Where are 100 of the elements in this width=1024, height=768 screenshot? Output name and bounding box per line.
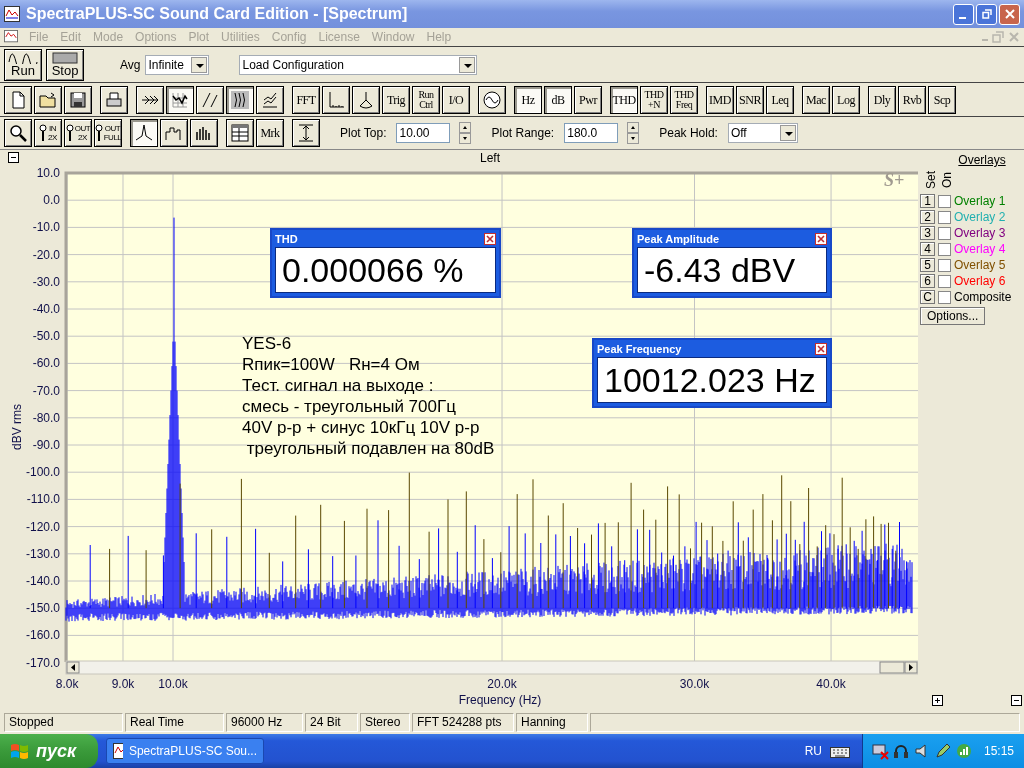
input-field[interactable]: 10.00: [396, 123, 451, 143]
toolbar-button[interactable]: Run Ctrl: [412, 85, 440, 114]
toolbar-button[interactable]: THD: [610, 85, 638, 114]
avg-dropdown[interactable]: Infinite: [145, 54, 210, 75]
toolbar-button[interactable]: [226, 85, 254, 114]
toolbar-button[interactable]: THD Freq: [670, 85, 698, 114]
collapse-icon[interactable]: [1011, 695, 1022, 706]
collapse-icon[interactable]: [8, 152, 19, 163]
minimize-icon: [958, 17, 966, 19]
keyboard-icon[interactable]: [829, 744, 850, 758]
pencil-icon[interactable]: [933, 742, 952, 760]
overlay-label: Composite: [954, 290, 1012, 304]
toolbar-button[interactable]: [100, 85, 128, 114]
setting-label: Plot Top:: [340, 126, 387, 140]
toolbar-button[interactable]: I/O: [442, 85, 470, 114]
toolbar-button[interactable]: [130, 119, 158, 147]
spin-buttons[interactable]: [459, 122, 472, 144]
set-button[interactable]: 5: [920, 258, 935, 272]
toolbar-button[interactable]: [322, 85, 350, 114]
toolbar-button[interactable]: dB: [544, 85, 572, 114]
toolbar-button[interactable]: Rvb: [898, 85, 926, 114]
overlay-label: Overlay 1: [954, 194, 1006, 208]
toolbar-button[interactable]: SNR: [736, 85, 764, 114]
overlay-label: Overlay 6: [954, 274, 1006, 288]
toolbar-button[interactable]: Dly: [868, 85, 896, 114]
peak-hold-dropdown[interactable]: Off: [727, 123, 798, 143]
axis-tick-label: 40.0k: [816, 677, 846, 691]
headphones-icon[interactable]: [891, 742, 910, 760]
stop-button[interactable]: Stop: [46, 48, 84, 81]
avg-label: Avg: [120, 57, 141, 72]
toolbar-button[interactable]: OUT FULL: [94, 119, 122, 147]
start-button[interactable]: пуск: [0, 734, 98, 768]
close-icon[interactable]: [815, 342, 827, 355]
run-button[interactable]: Run: [4, 48, 42, 81]
toolbar-button[interactable]: Mrk: [256, 119, 284, 147]
toolbar-button[interactable]: [352, 85, 380, 114]
printer-icon: [104, 89, 124, 110]
toolbar-button[interactable]: Pwr: [574, 85, 602, 114]
toolbar-button[interactable]: OUT 2X: [64, 119, 92, 147]
restore-button[interactable]: [976, 3, 997, 25]
set-button[interactable]: 2: [920, 210, 935, 224]
wave-icon: [8, 52, 38, 64]
axis-tick-label: -20.0: [32, 247, 60, 262]
toolbar-button[interactable]: [136, 85, 164, 114]
network-icon[interactable]: [870, 742, 889, 760]
close-button[interactable]: [999, 3, 1020, 25]
toolbar-button[interactable]: Log: [832, 85, 860, 114]
minimize-button[interactable]: [953, 3, 974, 25]
toolbar-button[interactable]: [166, 85, 194, 114]
toolbar-button[interactable]: [34, 85, 62, 114]
toolbar-button[interactable]: Mac: [802, 85, 830, 114]
expand-icon[interactable]: [932, 695, 943, 706]
close-icon[interactable]: [815, 232, 827, 245]
toolbar-button[interactable]: [64, 85, 92, 114]
signal-icon[interactable]: [954, 742, 973, 760]
toolbar-button[interactable]: [256, 85, 284, 114]
checkbox[interactable]: [938, 210, 951, 224]
axis-title: dBV rms: [10, 404, 24, 450]
set-button[interactable]: 4: [920, 242, 935, 256]
toolbar-button[interactable]: [292, 119, 320, 147]
checkbox[interactable]: [938, 274, 951, 288]
checkbox[interactable]: [938, 258, 951, 272]
checkbox[interactable]: [938, 290, 951, 304]
toolbar-button[interactable]: IN 2X: [34, 119, 62, 147]
toolbar-button[interactable]: [160, 119, 188, 147]
toolbar-button[interactable]: [190, 119, 218, 147]
set-button[interactable]: 1: [920, 194, 935, 208]
app-icon: [4, 6, 20, 22]
axis-title: Frequency (Hz): [458, 693, 542, 707]
set-button[interactable]: C: [920, 290, 935, 304]
input-field[interactable]: 180.0: [564, 123, 619, 143]
close-icon[interactable]: [484, 232, 496, 245]
toolbar-button[interactable]: Trig: [382, 85, 410, 114]
toolbar-button[interactable]: Leq: [766, 85, 794, 114]
toolbar-button[interactable]: IMD: [706, 85, 734, 114]
toolbar-button[interactable]: [4, 85, 32, 114]
toolbar-button[interactable]: Hz: [514, 85, 542, 114]
toolbar-button[interactable]: [226, 119, 254, 147]
toolbar-button[interactable]: THD +N: [640, 85, 668, 114]
set-button[interactable]: 3: [920, 226, 935, 240]
configuration-dropdown[interactable]: Load Configuration: [239, 54, 478, 75]
options-button[interactable]: Options...: [920, 307, 986, 325]
app-icon: [113, 743, 123, 759]
checkbox[interactable]: [938, 194, 951, 208]
spin-buttons[interactable]: [627, 122, 640, 144]
axis-tick-label: 10.0: [36, 166, 60, 180]
taskbar-button[interactable]: SpectraPLUS-SC Sou...: [106, 738, 264, 764]
horizontal-scrollbar[interactable]: [65, 660, 918, 675]
axis-tick-label: 8.0k: [55, 677, 79, 691]
checkbox[interactable]: [938, 242, 951, 256]
toolbar-button[interactable]: [196, 85, 224, 114]
toolbar-button[interactable]: FFT: [292, 85, 320, 114]
overlay-label: Overlay 5: [954, 258, 1006, 272]
toolbar-button[interactable]: Scp: [928, 85, 956, 114]
set-button[interactable]: 6: [920, 274, 935, 288]
checkbox[interactable]: [938, 226, 951, 240]
axis-tick-label: -70.0: [32, 383, 60, 398]
language-indicator[interactable]: RU: [804, 744, 822, 758]
toolbar-button[interactable]: [4, 119, 32, 147]
toolbar-button[interactable]: [478, 85, 506, 114]
